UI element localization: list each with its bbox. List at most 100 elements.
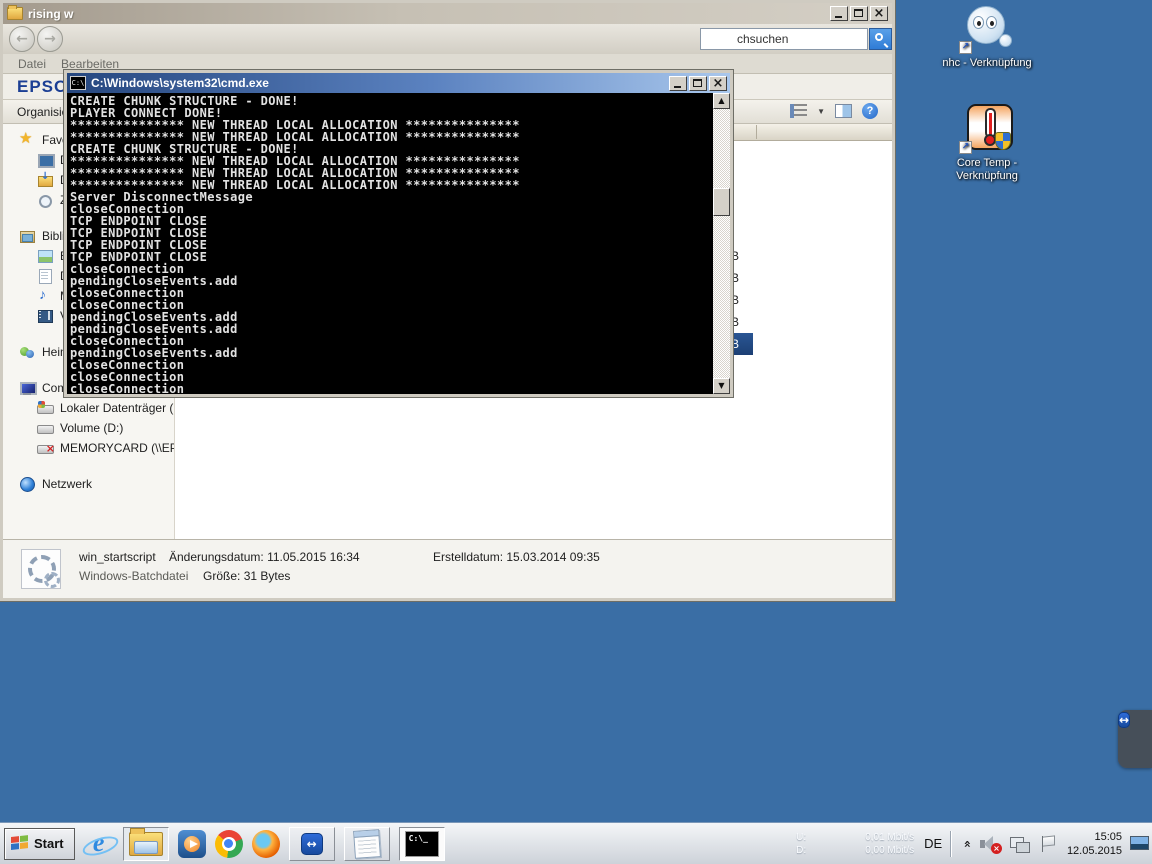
console-line: TCP ENDPOINT CLOSE (70, 238, 713, 250)
action-center-flag-icon[interactable] (1040, 835, 1056, 853)
taskbar-item-teamviewer[interactable] (289, 827, 335, 861)
sidebar-item-icon (19, 476, 35, 492)
cmd-icon (70, 76, 86, 90)
windows-flag-icon (11, 835, 29, 852)
volume-muted-icon[interactable] (980, 835, 1000, 853)
chrome-icon (215, 830, 243, 858)
upload-value: 0,01 Mbit/s (814, 831, 914, 844)
explorer-navbar: ← → chsuchen (3, 24, 892, 54)
show-hidden-icons-chevron[interactable] (961, 840, 973, 848)
help-button[interactable] (862, 103, 878, 119)
minimize-button[interactable] (669, 76, 687, 91)
details-size-value: 31 Bytes (244, 569, 291, 583)
netspeed-monitor[interactable]: U: 0,01 Mbit/s D: 0,00 Mbit/s (796, 831, 914, 857)
console-line: CREATE CHUNK STRUCTURE - DONE! (70, 94, 713, 106)
shortcut-arrow-icon (959, 41, 972, 54)
details-file-type: Windows-Batchdatei (79, 569, 188, 583)
details-modified-value: 11.05.2015 16:34 (267, 550, 360, 564)
explorer-window-title: rising w (28, 7, 73, 21)
sidebar-item[interactable]: MEMORYCARD (\\EPSO (3, 438, 174, 458)
download-label: D: (796, 844, 810, 857)
download-value: 0,00 Mbit/s (814, 844, 914, 857)
close-button[interactable] (870, 6, 888, 21)
sidebar-item-icon (37, 420, 53, 436)
taskbar-item-firefox[interactable] (252, 827, 280, 861)
sidebar-item-icon (37, 440, 53, 456)
sidebar-item[interactable]: Lokaler Datenträger (C (3, 398, 174, 418)
console-line: *************** NEW THREAD LOCAL ALLOCAT… (70, 130, 713, 142)
language-indicator[interactable]: DE (924, 836, 942, 851)
clock-time: 15:05 (1067, 830, 1122, 844)
preview-pane-button[interactable] (835, 104, 852, 118)
desktop-icon-label: nhc - Verknüpfung (932, 57, 1042, 70)
desktop: Computer Skype EPSON Scan Papierkorb nhc… (0, 0, 1152, 864)
console-line: TCP ENDPOINT CLOSE (70, 214, 713, 226)
shortcut-arrow-icon (959, 141, 972, 154)
cmd-titlebar[interactable]: C:\Windows\system32\cmd.exe (67, 73, 730, 93)
sidebar-item-icon (19, 380, 35, 396)
console-line: TCP ENDPOINT CLOSE (70, 226, 713, 238)
tray-separator (950, 831, 951, 857)
chevron-down-icon[interactable]: ▼ (817, 107, 825, 116)
explorer-titlebar[interactable]: rising w (3, 3, 892, 24)
maximize-button[interactable] (689, 76, 707, 91)
details-modified-label: Änderungsdatum: (169, 550, 264, 564)
taskbar: Start U: 0,01 Mbit/s D: 0,00 Mbit/s DE (0, 822, 1152, 864)
console-lines[interactable]: CREATE CHUNK STRUCTURE - DONE!PLAYER CON… (67, 93, 713, 394)
scroll-down-arrow-icon[interactable]: ▼ (713, 378, 730, 394)
console-line: pendingCloseEvents.add (70, 274, 713, 286)
menu-bearbeiten[interactable]: Bearbeiten (61, 57, 119, 71)
scrollbar-thumb[interactable] (713, 188, 730, 216)
sidebar-item-label: MEMORYCARD (\\EPSO (60, 441, 175, 455)
close-button[interactable] (709, 76, 727, 91)
teamviewer-icon (301, 833, 323, 855)
sidebar-item[interactable]: Netzwerk (3, 474, 174, 494)
sidebar-item-icon (37, 288, 53, 304)
console-line: closeConnection (70, 382, 713, 394)
taskbar-item-notepad[interactable] (344, 827, 390, 861)
taskbar-item-chrome[interactable] (215, 827, 243, 861)
nhc-bubble-icon (959, 4, 1015, 54)
desktop-icon-nhc[interactable]: nhc - Verknüpfung (932, 4, 1042, 70)
desktop-icon-core-temp[interactable]: Core Temp - Verknüpfung (932, 104, 1042, 183)
network-tray-icon[interactable] (1010, 835, 1030, 853)
console-scrollbar[interactable]: ▲ ▼ (713, 93, 730, 394)
batch-file-gear-icon (21, 549, 61, 589)
maximize-button[interactable] (850, 6, 868, 21)
start-label: Start (34, 836, 64, 851)
console-line: pendingCloseEvents.add (70, 310, 713, 322)
sidebar-item-icon (37, 152, 53, 168)
taskbar-item-internet-explorer[interactable] (84, 827, 114, 861)
scroll-up-arrow-icon[interactable]: ▲ (713, 93, 730, 109)
console-line: closeConnection (70, 370, 713, 382)
sidebar-item-icon (37, 248, 53, 264)
taskbar-item-cmd[interactable] (399, 827, 445, 861)
search-input[interactable]: chsuchen (700, 28, 868, 50)
folder-icon (7, 7, 23, 20)
clock[interactable]: 15:05 12.05.2015 (1067, 830, 1122, 858)
search-text: chsuchen (737, 29, 788, 49)
back-button[interactable]: ← (9, 26, 35, 52)
explorer-folder-icon (129, 832, 163, 856)
start-button[interactable]: Start (4, 828, 75, 860)
display-tray-icon[interactable] (1130, 836, 1148, 851)
teamviewer-panel-tab[interactable] (1118, 710, 1152, 768)
console-line: *************** NEW THREAD LOCAL ALLOCAT… (70, 178, 713, 190)
sidebar-item-label: Volume (D:) (60, 421, 123, 435)
minimize-button[interactable] (830, 6, 848, 21)
search-button[interactable] (869, 28, 892, 50)
taskbar-item-explorer[interactable] (123, 827, 169, 861)
cmd-window: C:\Windows\system32\cmd.exe CREATE CHUNK… (64, 70, 733, 397)
media-player-icon (178, 830, 206, 858)
sidebar-item[interactable]: Volume (D:) (3, 418, 174, 438)
teamviewer-icon (1118, 712, 1130, 728)
taskbar-item-media-player[interactable] (178, 827, 206, 861)
sidebar-item-icon (37, 268, 53, 284)
forward-button[interactable]: → (37, 26, 63, 52)
details-pane: win_startscript Windows-Batchdatei Änder… (3, 539, 892, 598)
console-line: closeConnection (70, 262, 713, 274)
change-view-button[interactable] (790, 104, 807, 118)
sidebar-item-icon (19, 132, 35, 148)
menu-datei[interactable]: Datei (18, 57, 46, 71)
desktop-icon-label: Core Temp - (932, 157, 1042, 170)
